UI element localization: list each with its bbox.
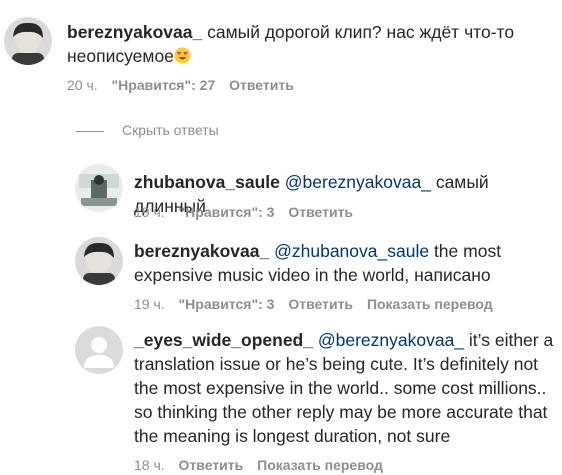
- comment-username[interactable]: bereznyakovaa_: [67, 22, 202, 42]
- comment-time[interactable]: 19 ч.: [134, 204, 165, 220]
- comment-text: bereznyakovaa_ @zhubanova_saule the most…: [134, 239, 554, 287]
- avatar[interactable]: [75, 237, 123, 285]
- likes-count[interactable]: "Нравится": 3: [179, 296, 275, 312]
- comment-body: самый дорогой клип? нас ждёт что-то: [207, 22, 515, 42]
- comment-meta: 18 ч. Ответить Показать перевод: [134, 456, 393, 474]
- mention-link[interactable]: @bereznyakovaa_: [285, 172, 431, 192]
- hide-replies-button[interactable]: Скрыть ответы: [76, 121, 219, 139]
- comment-meta: 20 ч. "Нравится": 27 Ответить: [67, 76, 304, 94]
- comment-time[interactable]: 18 ч.: [134, 457, 165, 473]
- mention-link[interactable]: @bereznyakovaa_: [318, 330, 464, 350]
- comment-username[interactable]: bereznyakovaa_: [134, 241, 269, 261]
- divider-line: [76, 130, 104, 132]
- comment-meta: 19 ч. "Нравится": 3 Ответить: [134, 203, 363, 221]
- comment-username[interactable]: zhubanova_saule: [134, 172, 280, 192]
- translate-button[interactable]: Показать перевод: [367, 296, 493, 312]
- comment-username[interactable]: _eyes_wide_opened_: [134, 330, 313, 350]
- avatar[interactable]: [4, 17, 52, 65]
- comment-body-line3: the most expensive in the world.. some c…: [134, 378, 547, 398]
- comment-body-line4: so thinking the other reply may be more …: [134, 402, 548, 422]
- likes-count[interactable]: "Нравится": 3: [179, 204, 275, 220]
- comment-body-line2: translation issue or he’s being cute. It…: [134, 354, 539, 374]
- comment-body-line5: the meaning is longest duration, not sur…: [134, 426, 451, 446]
- hide-replies-label: Скрыть ответы: [122, 122, 219, 138]
- comment-body: it’s either a: [464, 330, 554, 350]
- comment-text: _eyes_wide_opened_ @bereznyakovaa_ it’s …: [134, 328, 554, 448]
- reply-button[interactable]: Ответить: [288, 296, 353, 312]
- likes-count[interactable]: "Нравится": 27: [112, 77, 216, 93]
- reply-button[interactable]: Ответить: [229, 77, 294, 93]
- avatar[interactable]: [75, 326, 123, 374]
- reply-button[interactable]: Ответить: [179, 457, 244, 473]
- reply-button[interactable]: Ответить: [288, 204, 353, 220]
- comment-meta: 19 ч. "Нравится": 3 Ответить Показать пе…: [134, 295, 503, 313]
- avatar[interactable]: [75, 164, 123, 212]
- comment-body-line2: expensive music video in the world, напи…: [134, 265, 491, 285]
- comment-time[interactable]: 19 ч.: [134, 296, 165, 312]
- translate-button[interactable]: Показать перевод: [257, 457, 383, 473]
- comment-time[interactable]: 20 ч.: [67, 77, 98, 93]
- comment-text: bereznyakovaa_ самый дорогой клип? нас ж…: [67, 20, 547, 68]
- heart-eyes-emoji-icon: [174, 47, 191, 64]
- mention-link[interactable]: @zhubanova_saule: [274, 241, 429, 261]
- comment-body: the most: [429, 241, 502, 261]
- comment-body-line2: неописуемое: [67, 46, 174, 66]
